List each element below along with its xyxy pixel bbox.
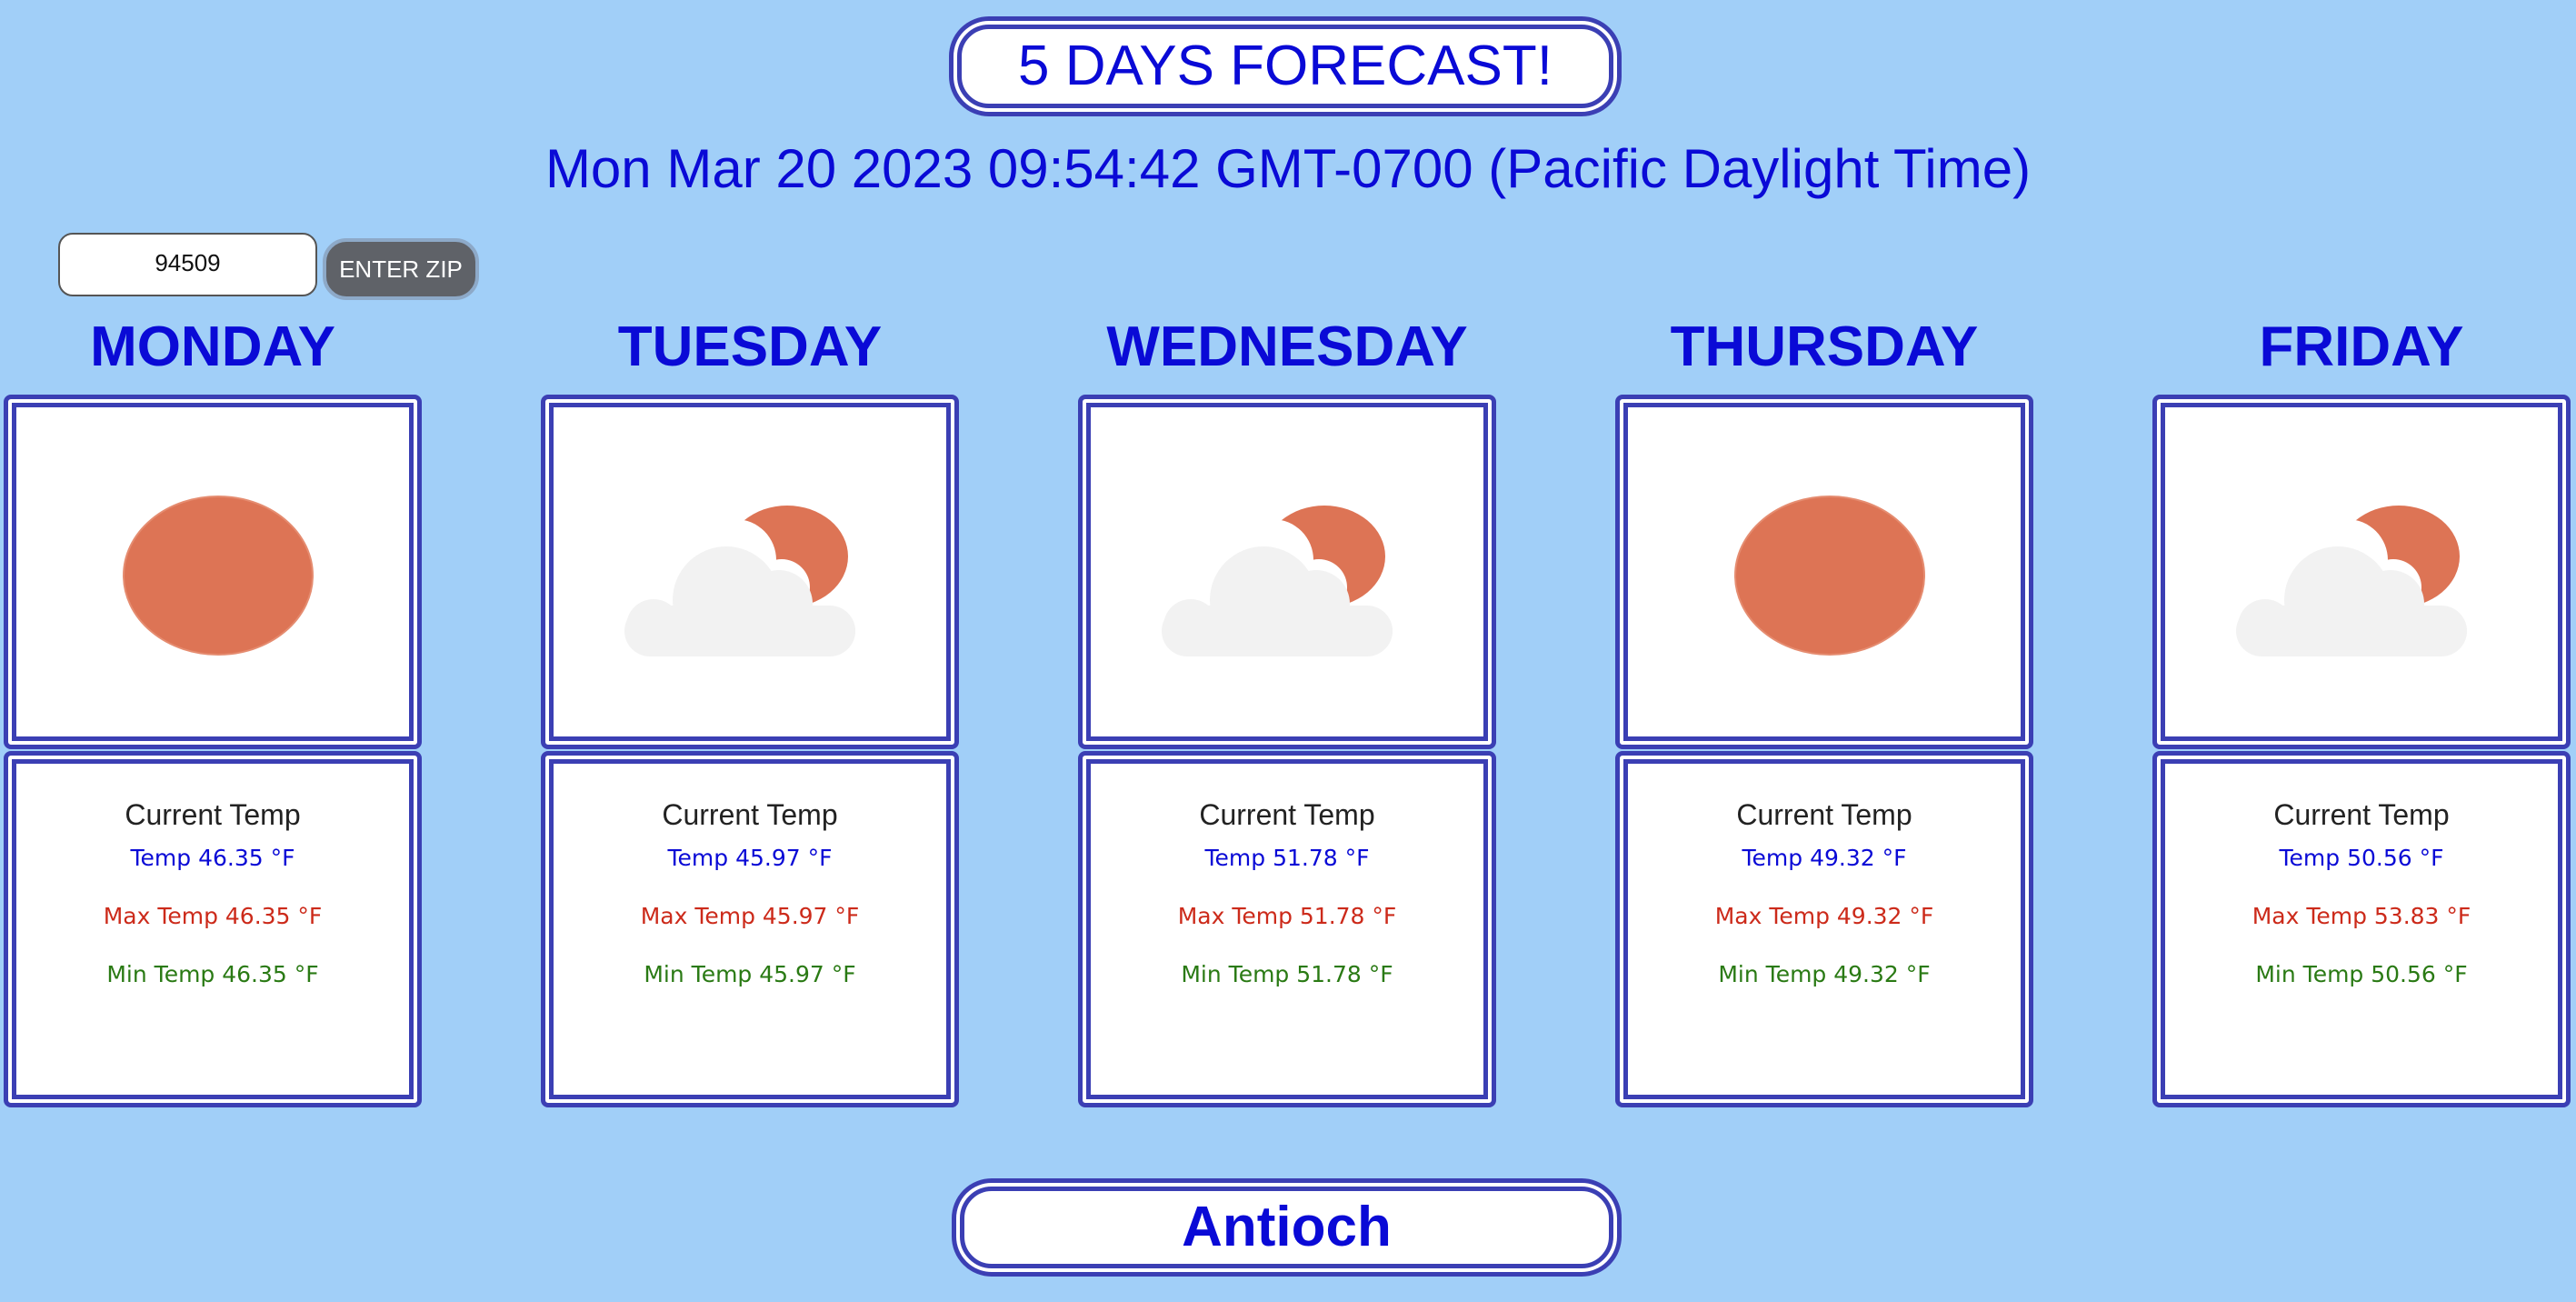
- current-temp-heading: Current Temp: [1199, 798, 1375, 831]
- weather-icon-card: [2152, 395, 2571, 749]
- partly-cloudy-icon: [1162, 506, 1393, 656]
- day-name: MONDAY: [90, 315, 335, 378]
- enter-zip-button[interactable]: ENTER ZIP: [323, 238, 479, 300]
- current-temp: Temp 50.56 °F: [2279, 845, 2444, 871]
- city-banner: Antioch: [952, 1178, 1622, 1277]
- current-temp-heading: Current Temp: [2273, 798, 2450, 831]
- day-column-friday: FRIDAY Current Temp Temp 50.56 °F Max Te…: [2152, 315, 2571, 1107]
- weather-icon-card: [1078, 395, 1496, 749]
- temperature-card: Current Temp Temp 50.56 °F Max Temp 53.8…: [2152, 751, 2571, 1107]
- current-temp: Temp 45.97 °F: [667, 845, 833, 871]
- partly-cloudy-icon: [2236, 506, 2467, 656]
- min-temp: Min Temp 50.56 °F: [2255, 961, 2468, 987]
- temperature-card: Current Temp Temp 46.35 °F Max Temp 46.3…: [4, 751, 422, 1107]
- current-temp-heading: Current Temp: [662, 798, 838, 831]
- current-temp: Temp 46.35 °F: [130, 845, 295, 871]
- temperature-card: Current Temp Temp 51.78 °F Max Temp 51.7…: [1078, 751, 1496, 1107]
- max-temp: Max Temp 46.35 °F: [103, 903, 323, 929]
- day-column-thursday: THURSDAY Current Temp Temp 49.32 °F Max …: [1615, 315, 2033, 1107]
- forecast-title-banner: 5 DAYS FORECAST!: [949, 16, 1622, 116]
- current-datetime: Mon Mar 20 2023 09:54:42 GMT-0700 (Pacif…: [544, 138, 2032, 199]
- day-column-monday: MONDAY Current Temp Temp 46.35 °F Max Te…: [4, 315, 422, 1107]
- day-name: THURSDAY: [1670, 315, 1979, 378]
- current-temp-heading: Current Temp: [1736, 798, 1912, 831]
- day-column-tuesday: TUESDAY Current Temp Temp 45.97 °F Max T…: [541, 315, 959, 1107]
- max-temp: Max Temp 51.78 °F: [1177, 903, 1397, 929]
- temperature-card: Current Temp Temp 45.97 °F Max Temp 45.9…: [541, 751, 959, 1107]
- max-temp: Max Temp 53.83 °F: [2252, 903, 2471, 929]
- min-temp: Min Temp 46.35 °F: [106, 961, 319, 987]
- city-name: Antioch: [1182, 1196, 1392, 1258]
- max-temp: Max Temp 49.32 °F: [1714, 903, 1934, 929]
- max-temp: Max Temp 45.97 °F: [640, 903, 860, 929]
- current-temp: Temp 49.32 °F: [1742, 845, 1907, 871]
- weather-icon-card: [1615, 395, 2033, 749]
- sun-icon: [1734, 496, 1925, 656]
- sun-icon: [123, 496, 314, 656]
- zip-input[interactable]: [58, 233, 317, 296]
- day-name: TUESDAY: [617, 315, 883, 378]
- weather-icon-card: [541, 395, 959, 749]
- day-column-wednesday: WEDNESDAY Current Temp Temp 51.78 °F Max…: [1078, 315, 1496, 1107]
- partly-cloudy-icon: [624, 506, 855, 656]
- page-title: 5 DAYS FORECAST!: [1018, 35, 1553, 97]
- day-name: FRIDAY: [2259, 315, 2464, 378]
- current-temp-heading: Current Temp: [125, 798, 301, 831]
- current-temp: Temp 51.78 °F: [1204, 845, 1370, 871]
- min-temp: Min Temp 49.32 °F: [1718, 961, 1931, 987]
- weather-icon-card: [4, 395, 422, 749]
- min-temp: Min Temp 51.78 °F: [1181, 961, 1393, 987]
- day-name: WEDNESDAY: [1106, 315, 1468, 378]
- min-temp: Min Temp 45.97 °F: [644, 961, 856, 987]
- temperature-card: Current Temp Temp 49.32 °F Max Temp 49.3…: [1615, 751, 2033, 1107]
